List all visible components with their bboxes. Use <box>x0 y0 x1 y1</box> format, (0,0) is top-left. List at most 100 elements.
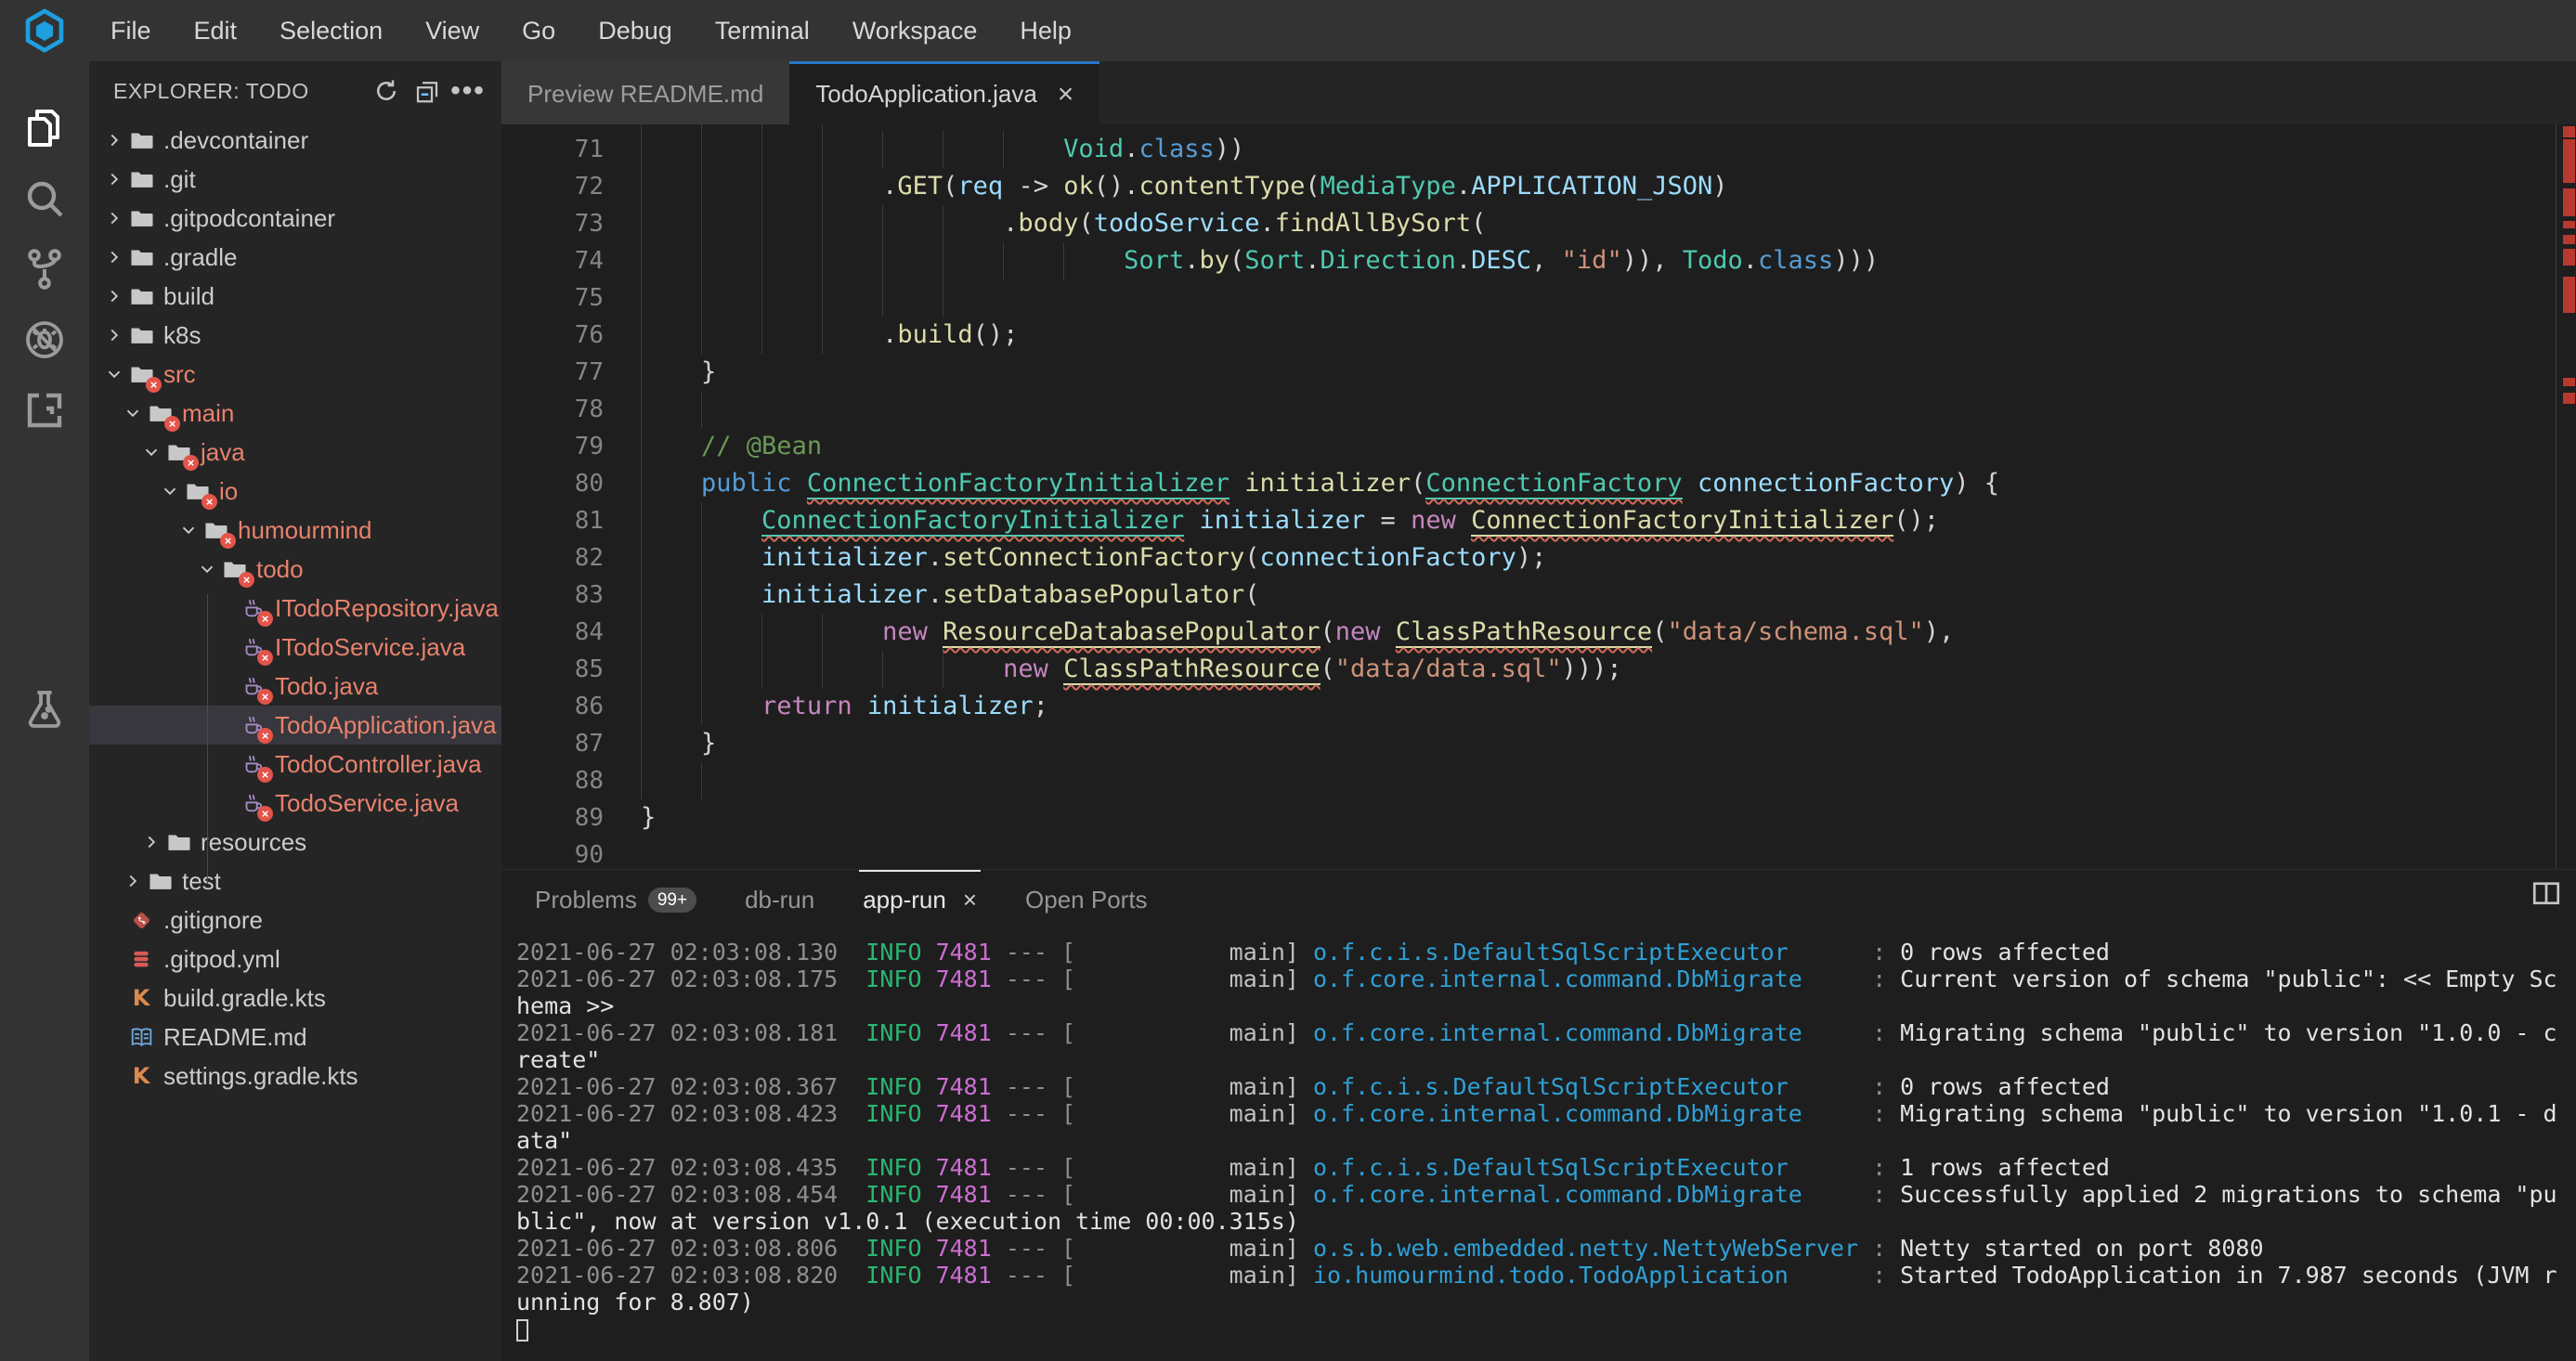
chevron-down-icon <box>104 364 124 384</box>
tree-item-resources[interactable]: resources <box>89 823 501 862</box>
readme-book-icon <box>129 1025 154 1050</box>
menu-workspace[interactable]: Workspace <box>831 0 999 61</box>
tree-item--gitpodcontainer[interactable]: .gitpodcontainer <box>89 199 501 238</box>
overview-ruler[interactable] <box>2561 0 2576 869</box>
folder-icon <box>129 323 154 348</box>
terminal-output[interactable]: 2021-06-27 02:03:08.130 INFO 7481 --- [ … <box>516 939 2576 1361</box>
tree-item--gitpod-yml[interactable]: .gitpod.yml <box>89 940 501 979</box>
refresh-icon[interactable] <box>366 71 407 111</box>
code-editor[interactable]: .POST(req -> ok().body(todoService.save(… <box>501 124 2576 869</box>
tree-item-itodoservice-java[interactable]: × ITodoService.java <box>89 628 501 667</box>
tree-item-readme-md[interactable]: README.md <box>89 1018 501 1056</box>
tree-item-test[interactable]: test <box>89 862 501 901</box>
terminal-line: 2021-06-27 02:03:08.181 INFO 7481 --- [ … <box>516 1019 2576 1046</box>
tree-item-label: src <box>163 360 196 389</box>
close-icon[interactable]: × <box>1058 83 1074 107</box>
tree-item-label: build <box>163 282 215 311</box>
tree-item-build-gradle-kts[interactable]: K build.gradle.kts <box>89 979 501 1018</box>
error-badge: × <box>239 572 254 588</box>
panel-tab-db-run[interactable]: db-run <box>741 870 818 927</box>
terminal-line <box>516 1316 2576 1342</box>
yml-file-icon <box>130 948 152 970</box>
editor-tab-preview-readme-md[interactable]: Preview README.md <box>501 61 789 124</box>
menu-items: FileEditSelectionViewGoDebugTerminalWork… <box>89 0 1093 61</box>
tree-item-k8s[interactable]: k8s <box>89 316 501 355</box>
collapse-all-icon[interactable] <box>407 71 448 111</box>
tree-item-todo-java[interactable]: × Todo.java <box>89 667 501 706</box>
error-mark <box>2563 188 2575 216</box>
gitpod-logo-icon <box>0 7 89 54</box>
search-icon[interactable] <box>0 163 89 234</box>
error-mark <box>2563 249 2575 266</box>
panel-tab-label: Open Ports <box>1025 886 1148 914</box>
terminal-line: 2021-06-27 02:03:08.820 INFO 7481 --- [ … <box>516 1262 2576 1289</box>
menu-edit[interactable]: Edit <box>173 0 259 61</box>
tree-item-todocontroller-java[interactable]: × TodoController.java <box>89 745 501 784</box>
panel-tab-label: db-run <box>745 886 814 914</box>
tree-item-java[interactable]: × java <box>89 433 501 472</box>
chevron-right-icon <box>104 247 124 267</box>
explorer-sidebar: EXPLORER: TODO ••• .devcontainer .git .g… <box>89 61 501 1361</box>
panel-tab-app-run[interactable]: app-run × <box>859 870 981 927</box>
debug-disabled-icon[interactable] <box>0 305 89 375</box>
menu-file[interactable]: File <box>89 0 173 61</box>
close-icon[interactable]: × <box>963 886 977 914</box>
terminal-line: blic", now at version v1.0.1 (execution … <box>516 1208 2576 1235</box>
tree-item-src[interactable]: × src <box>89 355 501 394</box>
split-panel-icon[interactable] <box>2530 877 2563 915</box>
panel-tab-open-ports[interactable]: Open Ports <box>1021 870 1151 927</box>
menu-terminal[interactable]: Terminal <box>694 0 831 61</box>
layout-icon[interactable] <box>0 375 89 446</box>
chevron-right-icon <box>141 832 162 852</box>
code-line-89: 89} <box>501 799 2576 836</box>
error-badge: × <box>146 377 162 393</box>
code-line-87: 87 } <box>501 725 2576 762</box>
tree-item--gradle[interactable]: .gradle <box>89 238 501 277</box>
code-line-74: 74 Sort.by(Sort.Direction.DESC, "id")), … <box>501 242 2576 279</box>
tree-item-label: TodoService.java <box>275 789 459 818</box>
tree-item-label: build.gradle.kts <box>163 984 326 1013</box>
tree-item-humourmind[interactable]: × humourmind <box>89 511 501 550</box>
error-mark <box>2563 221 2575 228</box>
tree-item--gitignore[interactable]: .gitignore <box>89 901 501 940</box>
bottom-panel: Problems 99+ db-run app-run × Open Ports… <box>501 869 2576 1361</box>
chevron-down-icon <box>123 403 143 423</box>
tree-item-label: humourmind <box>238 516 372 545</box>
code-line-84: 84 new ResourceDatabasePopulator(new Cla… <box>501 614 2576 651</box>
tree-indent-guide <box>207 594 208 884</box>
terminal-line: 2021-06-27 02:03:08.367 INFO 7481 --- [ … <box>516 1073 2576 1100</box>
menu-help[interactable]: Help <box>998 0 1093 61</box>
code-line-78: 78 <box>501 391 2576 428</box>
tree-item-build[interactable]: build <box>89 277 501 316</box>
tree-item-todoapplication-java[interactable]: × TodoApplication.java <box>89 706 501 745</box>
tree-item--devcontainer[interactable]: .devcontainer <box>89 121 501 160</box>
tree-item-settings-gradle-kts[interactable]: K settings.gradle.kts <box>89 1056 501 1095</box>
tree-item-io[interactable]: × io <box>89 472 501 511</box>
code-line-80: 80 public ConnectionFactoryInitializer i… <box>501 465 2576 502</box>
tree-item--git[interactable]: .git <box>89 160 501 199</box>
editor-tab-todoapplication-java[interactable]: TodoApplication.java × <box>789 61 1099 124</box>
files-icon[interactable] <box>0 93 89 163</box>
menu-view[interactable]: View <box>404 0 501 61</box>
tree-item-label: ITodoRepository.java <box>275 594 499 623</box>
error-badge: × <box>220 533 236 549</box>
menu-debug[interactable]: Debug <box>577 0 694 61</box>
tree-item-todo[interactable]: × todo <box>89 550 501 589</box>
more-actions-icon[interactable]: ••• <box>448 71 488 111</box>
menu-go[interactable]: Go <box>501 0 577 61</box>
error-badge: × <box>257 767 273 783</box>
error-badge: × <box>183 455 199 471</box>
tree-item-todoservice-java[interactable]: × TodoService.java <box>89 784 501 823</box>
tree-item-label: .gitpodcontainer <box>163 204 335 233</box>
code-line-86: 86 return initializer; <box>501 688 2576 725</box>
source-control-icon[interactable] <box>0 234 89 305</box>
menu-selection[interactable]: Selection <box>258 0 404 61</box>
tree-item-main[interactable]: × main <box>89 394 501 433</box>
panel-tab-problems[interactable]: Problems 99+ <box>531 870 700 927</box>
error-badge: × <box>257 650 273 666</box>
tree-item-itodorepository-java[interactable]: × ITodoRepository.java <box>89 589 501 628</box>
terminal-line: 2021-06-27 02:03:08.435 INFO 7481 --- [ … <box>516 1154 2576 1181</box>
menu-bar: FileEditSelectionViewGoDebugTerminalWork… <box>0 0 2576 61</box>
error-mark <box>2563 378 2575 386</box>
test-flask-icon[interactable] <box>0 674 89 745</box>
